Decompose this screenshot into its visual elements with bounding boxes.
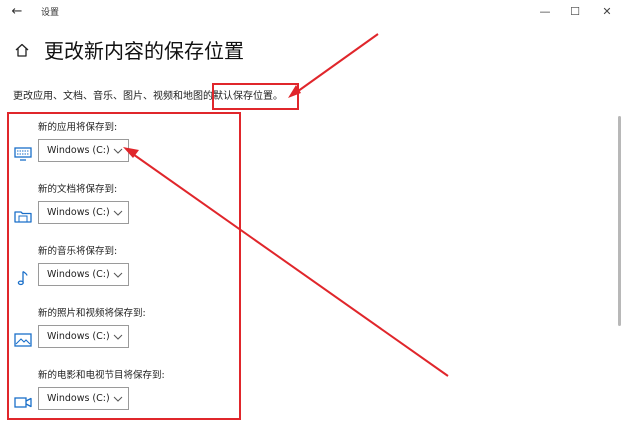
home-icon[interactable] [14, 42, 30, 58]
window-title: 设置 [41, 8, 60, 18]
annotation-arrow-top [288, 33, 379, 98]
annotation-box-sections [7, 112, 241, 420]
title-bar: ← 设置 — ☐ ✕ [0, 0, 626, 26]
maximize-icon[interactable]: ☐ [564, 2, 586, 22]
back-arrow-icon[interactable]: ← [8, 3, 26, 21]
close-icon[interactable]: ✕ [596, 2, 618, 22]
page-title: 更改新内容的保存位置 [44, 39, 244, 63]
scrollbar[interactable] [618, 116, 621, 326]
annotation-box-description [212, 83, 299, 110]
minimize-icon[interactable]: — [534, 2, 556, 22]
